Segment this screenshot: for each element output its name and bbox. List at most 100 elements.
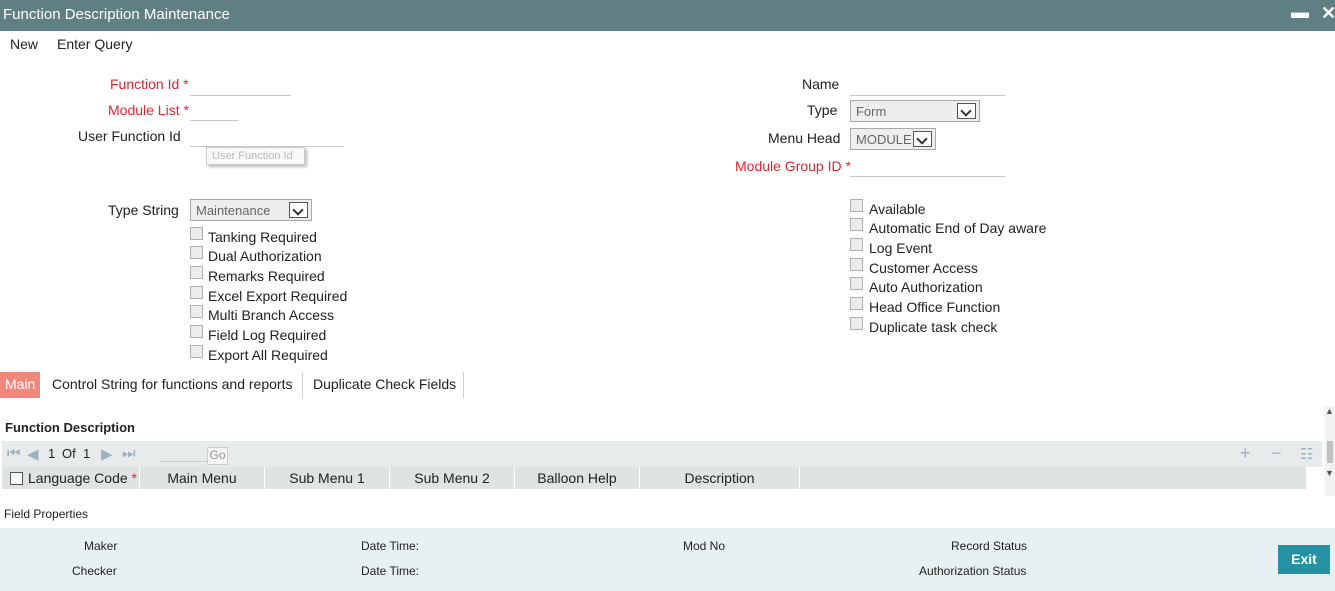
dual-authorization-checkbox[interactable] <box>190 246 203 259</box>
log-event-checkbox[interactable] <box>850 238 863 251</box>
record-status-label: Record Status <box>951 539 1028 553</box>
field-log-required-checkbox[interactable] <box>190 325 203 338</box>
column-language-code-label: Language Code <box>28 470 128 486</box>
minimize-icon[interactable]: ▬ <box>1291 2 1309 23</box>
audit-panel: Maker Checker Date Time: Date Time: Mod … <box>0 528 1335 591</box>
list-view-icon[interactable]: ☷ <box>1300 445 1313 463</box>
type-select[interactable]: Form <box>850 100 980 122</box>
user-function-id-label: User Function Id <box>78 128 181 144</box>
authorization-status-label: Authorization Status <box>919 564 1027 578</box>
tanking-required-label: Tanking Required <box>208 229 317 245</box>
page-total: 1 <box>83 446 91 461</box>
last-page-icon[interactable]: ⏭ <box>122 445 136 462</box>
name-input[interactable] <box>850 76 1005 96</box>
available-label: Available <box>869 201 926 217</box>
automatic-eod-aware-checkbox[interactable] <box>850 218 863 231</box>
tab-separator <box>302 372 303 398</box>
user-function-id-tooltip: User Function Id <box>206 147 305 165</box>
tab-duplicate-check-fields[interactable]: Duplicate Check Fields <box>313 372 456 398</box>
column-sub-menu-2[interactable]: Sub Menu 2 <box>390 467 515 489</box>
column-sub-menu-1[interactable]: Sub Menu 1 <box>265 467 390 489</box>
page-number-input[interactable] <box>159 444 207 462</box>
new-menu-item[interactable]: New <box>10 36 38 52</box>
available-checkbox[interactable] <box>850 199 863 212</box>
enter-query-menu-item[interactable]: Enter Query <box>57 36 132 52</box>
remarks-required-label: Remarks Required <box>208 268 325 284</box>
chevron-down-icon[interactable] <box>289 202 308 218</box>
scroll-up-icon[interactable]: ▲ <box>1325 406 1334 416</box>
column-balloon-help[interactable]: Balloon Help <box>515 467 640 489</box>
scrollbar-thumb[interactable] <box>1327 441 1333 463</box>
menu-head-value: MODULE <box>856 132 912 147</box>
field-properties-label: Field Properties <box>4 507 89 521</box>
checker-date-time-label: Date Time: <box>361 564 420 578</box>
page-current: 1 <box>48 446 56 461</box>
auto-authorization-label: Auto Authorization <box>869 279 983 295</box>
remarks-required-checkbox[interactable] <box>190 266 203 279</box>
dual-authorization-label: Dual Authorization <box>208 248 322 264</box>
user-function-id-input[interactable] <box>190 127 344 147</box>
window-title: Function Description Maintenance <box>3 6 230 23</box>
column-main-menu[interactable]: Main Menu <box>140 467 265 489</box>
module-group-id-label: Module Group ID * <box>735 158 851 174</box>
auto-authorization-checkbox[interactable] <box>850 277 863 290</box>
add-row-icon[interactable]: + <box>1240 443 1251 464</box>
chevron-down-icon[interactable] <box>957 103 976 119</box>
excel-export-required-checkbox[interactable] <box>190 286 203 299</box>
module-list-label: Module List * <box>108 102 189 118</box>
required-star: * <box>183 102 189 118</box>
go-button[interactable]: Go <box>207 447 228 465</box>
function-description-title: Function Description <box>5 420 135 435</box>
column-description[interactable]: Description <box>640 467 800 489</box>
export-all-required-checkbox[interactable] <box>190 345 203 358</box>
field-log-required-label: Field Log Required <box>208 327 327 343</box>
multi-branch-access-label: Multi Branch Access <box>208 307 335 323</box>
function-id-label-text: Function Id <box>110 76 180 92</box>
type-label: Type <box>807 102 838 118</box>
log-event-label: Log Event <box>869 240 933 256</box>
next-page-icon[interactable]: ▶ <box>101 445 113 463</box>
tab-control-string[interactable]: Control String for functions and reports <box>52 372 292 398</box>
tab-main[interactable]: Main <box>0 372 41 398</box>
head-office-function-checkbox[interactable] <box>850 297 863 310</box>
function-id-input[interactable] <box>190 76 291 96</box>
menu-head-select[interactable]: MODULE <box>850 128 936 150</box>
type-string-label: Type String <box>108 202 179 218</box>
module-group-id-input[interactable] <box>850 157 1005 177</box>
scroll-down-icon[interactable]: ▼ <box>1325 468 1334 478</box>
excel-export-required-label: Excel Export Required <box>208 288 348 304</box>
export-all-required-label: Export All Required <box>208 347 328 363</box>
type-value: Form <box>856 104 887 119</box>
module-group-id-label-text: Module Group ID <box>735 158 842 174</box>
mod-no-label: Mod No <box>683 539 726 553</box>
prev-page-icon[interactable]: ◀ <box>27 445 39 463</box>
grid-toolbar: ⏮ ◀ 1 Of 1 ▶ ⏭ Go + − ☷ <box>2 441 1322 467</box>
duplicate-task-check-checkbox[interactable] <box>850 317 863 330</box>
close-icon[interactable]: ✕ <box>1321 3 1335 24</box>
chevron-down-icon[interactable] <box>913 131 932 147</box>
required-star: * <box>131 470 137 486</box>
head-office-function-label: Head Office Function <box>869 299 1001 315</box>
tanking-required-checkbox[interactable] <box>190 227 203 240</box>
delete-row-icon[interactable]: − <box>1271 443 1282 464</box>
grid-scrollbar[interactable]: ▲ ▼ <box>1325 406 1335 496</box>
first-page-icon[interactable]: ⏮ <box>7 445 21 462</box>
title-bar: Function Description Maintenance ▬ ✕ <box>0 0 1335 31</box>
customer-access-checkbox[interactable] <box>850 258 863 271</box>
duplicate-task-check-label: Duplicate task check <box>869 319 998 335</box>
type-string-select[interactable]: Maintenance <box>190 199 312 221</box>
multi-branch-access-checkbox[interactable] <box>190 305 203 318</box>
maker-label: Maker <box>84 539 118 553</box>
page-of: Of <box>62 446 76 461</box>
module-list-label-text: Module List <box>108 102 180 118</box>
exit-button[interactable]: Exit <box>1278 545 1330 574</box>
name-label: Name <box>802 76 840 92</box>
checker-label: Checker <box>72 564 117 578</box>
column-language-code[interactable]: Language Code * <box>2 467 140 489</box>
type-string-value: Maintenance <box>196 203 271 218</box>
function-id-label: Function Id * <box>110 76 189 92</box>
menu-bar: New Enter Query <box>0 31 1335 57</box>
module-list-input[interactable] <box>190 101 239 121</box>
required-star: * <box>183 76 189 92</box>
select-all-checkbox[interactable] <box>10 472 23 485</box>
